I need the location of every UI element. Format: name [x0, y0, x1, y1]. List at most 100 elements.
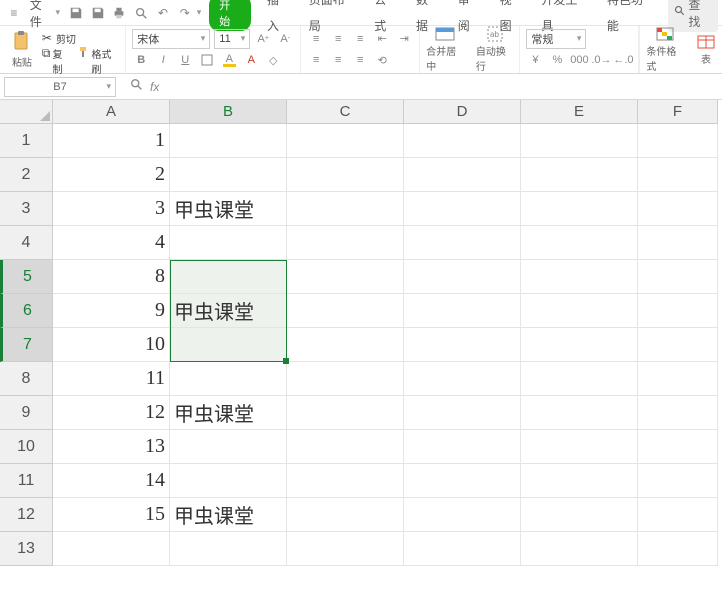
cell-D10[interactable] [404, 430, 521, 464]
column-header-F[interactable]: F [638, 100, 718, 124]
italic-button[interactable]: I [154, 51, 172, 69]
cell-A4[interactable]: 4 [53, 226, 170, 260]
font-name-select[interactable]: 宋体▾ [132, 29, 210, 49]
decrease-font-button[interactable]: A- [276, 30, 294, 48]
cell-D6[interactable] [404, 294, 521, 328]
cell-E9[interactable] [521, 396, 638, 430]
cell-D2[interactable] [404, 158, 521, 192]
cell-A5[interactable]: 8 [53, 260, 170, 294]
orientation-button[interactable]: ⟲ [373, 51, 391, 69]
cell-B7[interactable] [170, 328, 287, 362]
row-header[interactable]: 11 [0, 464, 53, 498]
cell-C12[interactable] [287, 498, 404, 532]
row-header[interactable]: 1 [0, 124, 53, 158]
font-size-select[interactable]: 11▾ [214, 29, 250, 49]
cell-F2[interactable] [638, 158, 718, 192]
hamburger-icon[interactable]: ≡ [4, 3, 24, 23]
cell-B13[interactable] [170, 532, 287, 566]
cell-B1[interactable] [170, 124, 287, 158]
cell-A9[interactable]: 12 [53, 396, 170, 430]
row-header[interactable]: 10 [0, 430, 53, 464]
merge-center-button[interactable]: 合并居中 [420, 26, 470, 73]
cell-B6[interactable]: 甲虫课堂 [170, 294, 287, 328]
cell-C1[interactable] [287, 124, 404, 158]
indent-decrease-button[interactable]: ⇤ [373, 30, 391, 48]
percent-button[interactable]: % [548, 51, 566, 69]
cell-C3[interactable] [287, 192, 404, 226]
cell-A12[interactable]: 15 [53, 498, 170, 532]
underline-button[interactable]: U [176, 51, 194, 69]
border-button[interactable] [198, 51, 216, 69]
save-as-icon[interactable] [88, 3, 108, 23]
cell-D1[interactable] [404, 124, 521, 158]
fill-color-button[interactable]: A [220, 51, 238, 69]
qat-dropdown-icon[interactable]: ▾ [197, 7, 202, 18]
cell-D13[interactable] [404, 532, 521, 566]
select-all-corner[interactable] [0, 100, 53, 124]
cell-E13[interactable] [521, 532, 638, 566]
redo-icon[interactable]: ↷ [175, 3, 195, 23]
cell-C2[interactable] [287, 158, 404, 192]
cell-F8[interactable] [638, 362, 718, 396]
cell-F11[interactable] [638, 464, 718, 498]
cell-D9[interactable] [404, 396, 521, 430]
decrease-decimal-button[interactable]: ←.0 [614, 51, 632, 69]
cell-B2[interactable] [170, 158, 287, 192]
cell-A6[interactable]: 9 [53, 294, 170, 328]
increase-font-button[interactable]: A+ [254, 30, 272, 48]
currency-button[interactable]: ¥ [526, 51, 544, 69]
cell-E4[interactable] [521, 226, 638, 260]
cell-C6[interactable] [287, 294, 404, 328]
zoom-icon[interactable] [130, 78, 144, 95]
font-color-button[interactable]: A [242, 51, 260, 69]
conditional-format-button[interactable]: 条件格式 [639, 26, 690, 73]
save-icon[interactable] [66, 3, 86, 23]
cell-A11[interactable]: 14 [53, 464, 170, 498]
cell-B3[interactable]: 甲虫课堂 [170, 192, 287, 226]
cell-E10[interactable] [521, 430, 638, 464]
cell-C8[interactable] [287, 362, 404, 396]
number-format-select[interactable]: 常规▾ [526, 29, 586, 49]
cell-C11[interactable] [287, 464, 404, 498]
comma-button[interactable]: 000 [570, 51, 588, 69]
column-header-B[interactable]: B [170, 100, 287, 124]
align-left-button[interactable]: ≡ [307, 51, 325, 69]
align-right-button[interactable]: ≡ [351, 51, 369, 69]
cell-E2[interactable] [521, 158, 638, 192]
paste-button[interactable]: 粘贴 [6, 31, 38, 69]
column-header-E[interactable]: E [521, 100, 638, 124]
row-header[interactable]: 4 [0, 226, 53, 260]
row-header[interactable]: 5 [0, 260, 53, 294]
cell-F12[interactable] [638, 498, 718, 532]
cell-F3[interactable] [638, 192, 718, 226]
cell-F9[interactable] [638, 396, 718, 430]
cell-F10[interactable] [638, 430, 718, 464]
row-header[interactable]: 9 [0, 396, 53, 430]
cell-F1[interactable] [638, 124, 718, 158]
cell-E12[interactable] [521, 498, 638, 532]
copy-button[interactable]: ⧉复制 [42, 46, 70, 76]
cell-F7[interactable] [638, 328, 718, 362]
cell-B5[interactable] [170, 260, 287, 294]
cell-A2[interactable]: 2 [53, 158, 170, 192]
cell-A13[interactable] [53, 532, 170, 566]
wrap-text-button[interactable]: ab 自动换行 [470, 26, 520, 73]
cell-E11[interactable] [521, 464, 638, 498]
align-top-button[interactable]: ≡ [307, 30, 325, 48]
cell-C5[interactable] [287, 260, 404, 294]
cell-E8[interactable] [521, 362, 638, 396]
row-header[interactable]: 2 [0, 158, 53, 192]
cell-A10[interactable]: 13 [53, 430, 170, 464]
cell-A1[interactable]: 1 [53, 124, 170, 158]
cell-D7[interactable] [404, 328, 521, 362]
row-header[interactable]: 6 [0, 294, 53, 328]
align-bottom-button[interactable]: ≡ [351, 30, 369, 48]
preview-icon[interactable] [131, 3, 151, 23]
cell-E3[interactable] [521, 192, 638, 226]
row-header[interactable]: 13 [0, 532, 53, 566]
column-header-C[interactable]: C [287, 100, 404, 124]
column-header-A[interactable]: A [53, 100, 170, 124]
align-middle-button[interactable]: ≡ [329, 30, 347, 48]
cell-E6[interactable] [521, 294, 638, 328]
cell-D8[interactable] [404, 362, 521, 396]
